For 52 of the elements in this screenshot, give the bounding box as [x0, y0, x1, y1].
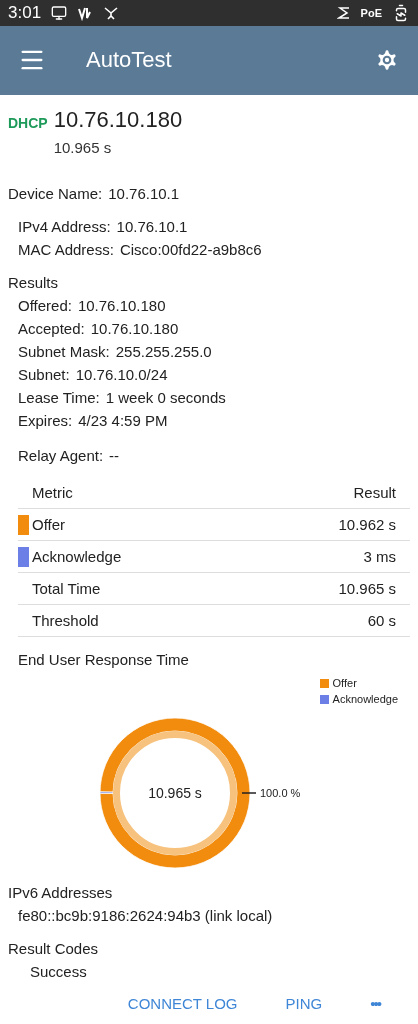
poe-indicator: PoE: [360, 6, 382, 19]
field-label: Expires:: [18, 412, 73, 429]
center-label: 10.965 s: [148, 785, 202, 801]
clock: 3:01: [8, 2, 42, 23]
section-title: Result Codes: [8, 940, 99, 957]
action-button[interactable]: PING: [283, 993, 325, 1014]
app-title: AutoTest: [86, 47, 172, 74]
field-value: 10.76.10.1: [108, 185, 180, 202]
section-title: IPv6 Addresses: [8, 884, 113, 901]
field-label: Lease Time:: [18, 389, 100, 406]
field-label: Subnet Mask:: [18, 343, 110, 360]
field-label: MAC Address:: [18, 241, 114, 258]
field-label: Accepted:: [18, 320, 85, 337]
field-value: 10.76.10.180: [90, 320, 179, 337]
field-label: Device Name:: [8, 185, 103, 202]
table-cell-text: Acknowledge: [31, 548, 123, 565]
ip-address: 10.76.10.180: [53, 107, 183, 133]
field-value: 10.76.10.1: [116, 218, 188, 235]
field-value: 1 week 0 seconds: [105, 389, 226, 406]
field-value: --: [109, 447, 120, 464]
column-header: Result: [353, 484, 396, 501]
result-code: Success: [30, 963, 87, 980]
field-value: Cisco:00fd22-a9b8c6: [119, 241, 262, 258]
table-cell: 3 ms: [363, 548, 396, 565]
legend-label: Acknowledge: [332, 693, 398, 705]
leader-line: [241, 792, 257, 794]
table-cell-text: Offer: [31, 516, 67, 533]
table-cell-text: Threshold: [31, 612, 100, 629]
monitor-icon: [51, 4, 68, 21]
table-cell: 60 s: [367, 612, 396, 629]
section-title: Results: [8, 274, 59, 291]
more-button[interactable]: •••: [368, 993, 382, 1014]
ipv6-address: fe80::bc9b:9186:2624:94b3 (link local): [18, 907, 273, 924]
field-label: Subnet:: [18, 366, 70, 383]
chart-title: End User Response Time: [18, 651, 190, 668]
value-label: 100.0 %: [260, 786, 301, 799]
field-label: Relay Agent:: [18, 447, 104, 464]
test-duration: 10.965 s: [53, 139, 113, 156]
table-cell-text: Total Time: [31, 580, 102, 597]
field-label: Offered:: [18, 297, 72, 314]
protocol-label: DHCP: [8, 115, 48, 133]
field-value: 255.255.255.0: [115, 343, 212, 360]
table-cell: 10.965 s: [338, 580, 396, 597]
table-cell: 10.962 s: [338, 516, 396, 533]
hub-icon: [103, 4, 120, 21]
field-label: IPv4 Address:: [18, 218, 111, 235]
field-value: 10.76.10.180: [77, 297, 166, 314]
field-value: 4/23 4:59 PM: [78, 412, 168, 429]
action-button[interactable]: CONNECT LOG: [125, 993, 240, 1014]
column-header: Metric: [31, 484, 74, 501]
legend-label: Offer: [332, 677, 357, 689]
field-value: 10.76.10.0/24: [75, 366, 168, 383]
